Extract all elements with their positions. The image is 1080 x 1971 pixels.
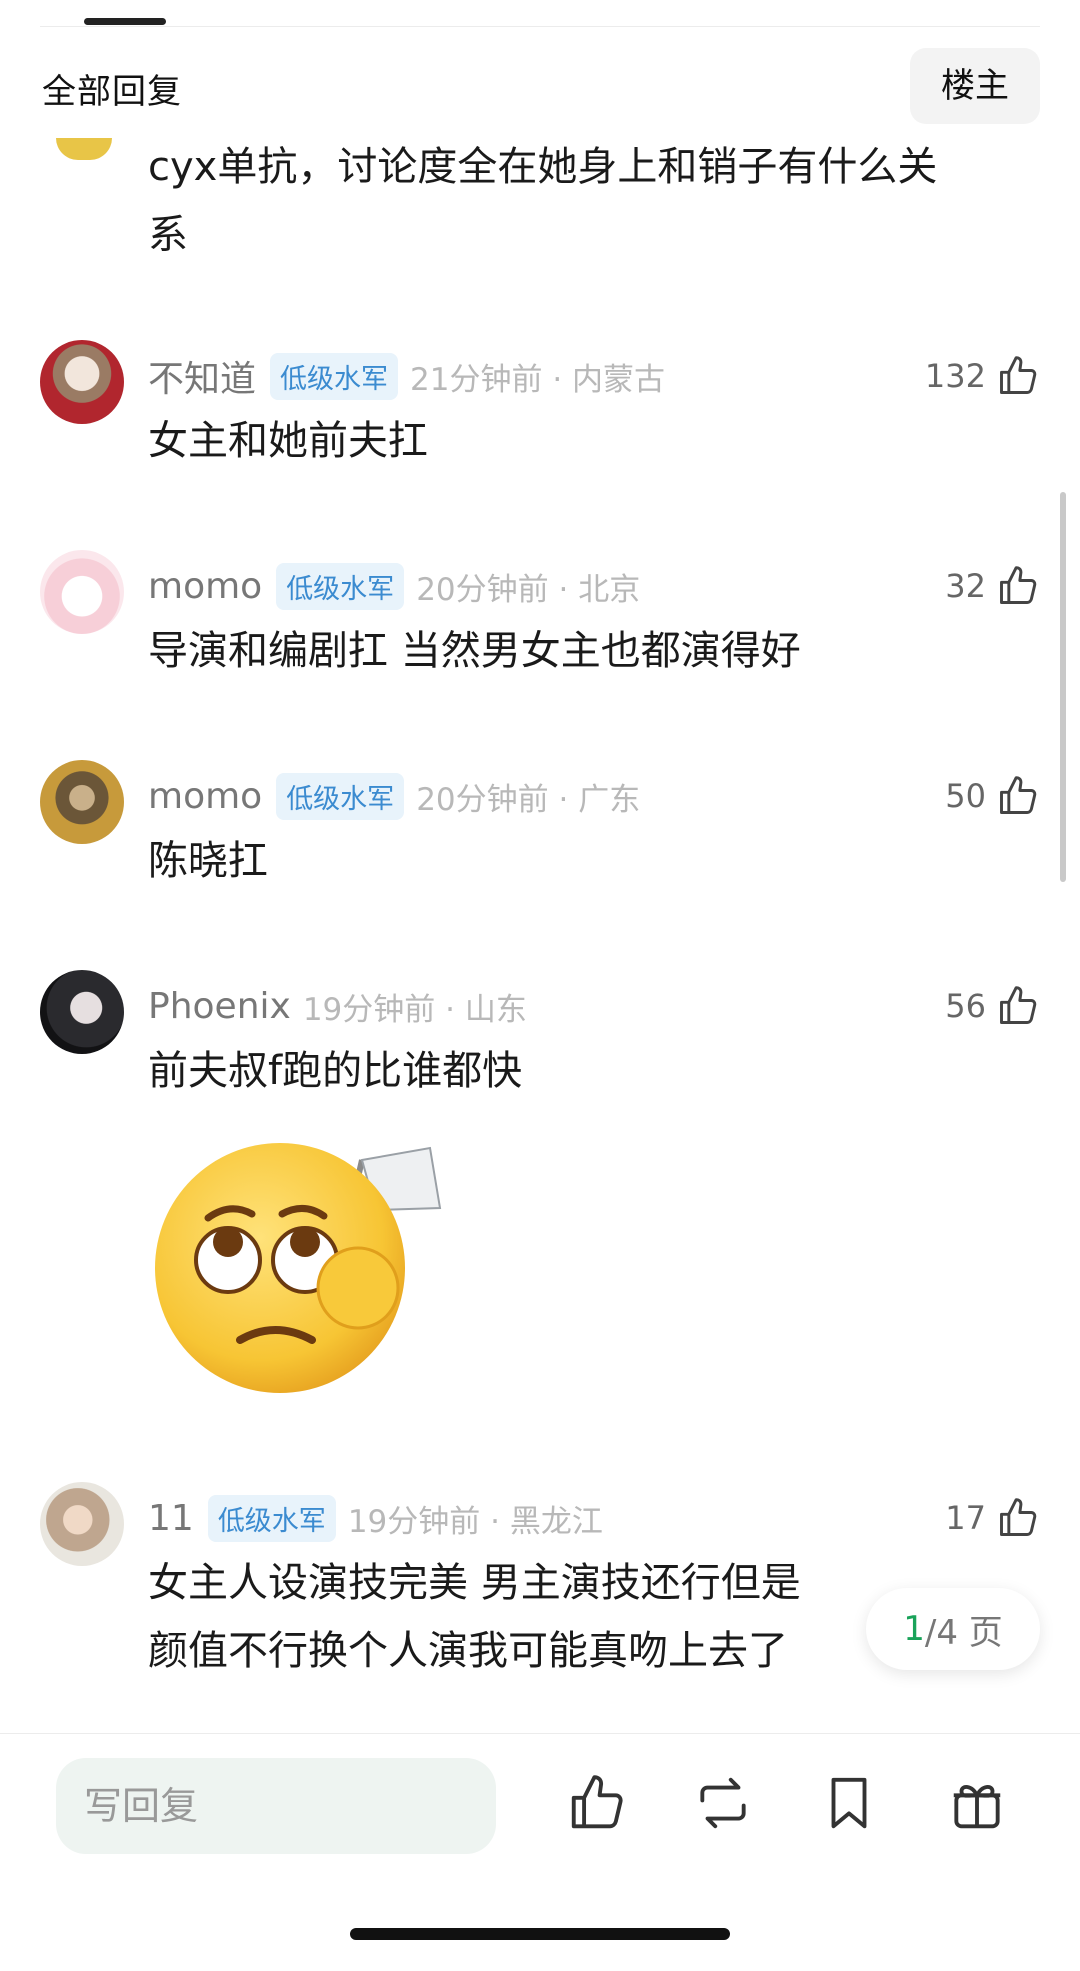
repost-icon[interactable] xyxy=(692,1772,754,1834)
username[interactable]: momo xyxy=(148,566,262,607)
thumb-up-icon[interactable] xyxy=(996,984,1040,1028)
like-control[interactable]: 50 xyxy=(945,766,1040,826)
like-control[interactable]: 132 xyxy=(925,346,1040,406)
user-badge: 低级水军 xyxy=(276,772,405,820)
comment-meta: 21分钟前 · 内蒙古 xyxy=(410,361,666,398)
like-count: 132 xyxy=(924,357,986,395)
username[interactable]: Phoenix xyxy=(148,986,291,1027)
comment-text: 导演和编剧扛 当然男女主也都演得好 xyxy=(148,628,801,674)
like-count: 56 xyxy=(945,987,986,1025)
section-title: 全部回复 xyxy=(42,72,182,112)
home-indicator xyxy=(350,1928,730,1940)
user-badge: 低级水军 xyxy=(270,352,399,400)
avatar[interactable] xyxy=(40,340,124,424)
current-page: 1 xyxy=(903,1609,925,1649)
comment-text: 女主和她前夫扛 xyxy=(148,418,428,464)
scrollbar[interactable] xyxy=(1060,492,1066,882)
bookmark-icon[interactable] xyxy=(818,1772,880,1834)
comment-text: cyx单抗，讨论度全在她身上和销子有什么关 xyxy=(148,144,938,190)
gift-icon[interactable] xyxy=(946,1772,1008,1834)
user-badge: 低级水军 xyxy=(207,1494,336,1542)
comment-text: 陈晓扛 xyxy=(148,838,268,884)
avatar[interactable] xyxy=(40,970,124,1054)
thumb-up-icon[interactable] xyxy=(566,1772,628,1834)
comment-text: 女主人设演技完美 男主演技还行但是 xyxy=(148,1560,801,1606)
like-control[interactable]: 56 xyxy=(945,976,1040,1036)
thumb-up-icon[interactable] xyxy=(996,564,1040,608)
comment-text: 颜值不行换个人演我可能真吻上去了 xyxy=(148,1628,788,1674)
like-count: 50 xyxy=(945,777,986,815)
thumb-up-icon[interactable] xyxy=(996,354,1040,398)
username[interactable]: 11 xyxy=(148,1498,194,1539)
username[interactable]: momo xyxy=(148,776,262,817)
comment-text: 前夫叔f跑的比谁都快 xyxy=(148,1048,523,1094)
thumb-up-icon[interactable] xyxy=(996,774,1040,818)
comment-meta: 19分钟前 · 黑龙江 xyxy=(347,1503,603,1540)
thumb-up-icon[interactable] xyxy=(996,1496,1040,1540)
comment-header: Phoenix 19分钟前 · 山东 xyxy=(148,976,527,1036)
avatar[interactable] xyxy=(40,760,124,844)
comment-meta: 20分钟前 · 广东 xyxy=(416,781,641,818)
drag-handle[interactable] xyxy=(84,18,166,25)
top-divider xyxy=(40,26,1040,27)
user-badge: 低级水军 xyxy=(276,562,405,610)
like-control[interactable]: 32 xyxy=(945,556,1040,616)
comment-meta: 20分钟前 · 北京 xyxy=(416,571,641,608)
username[interactable]: 不知道 xyxy=(148,350,256,402)
comment-header: 11 低级水军 19分钟前 · 黑龙江 xyxy=(148,1488,603,1548)
like-count: 17 xyxy=(945,1499,986,1537)
total-pages: /4 页 xyxy=(924,1612,1003,1653)
op-filter-button[interactable]: 楼主 xyxy=(910,48,1040,124)
avatar[interactable] xyxy=(40,1482,124,1566)
comment-header: 不知道 低级水军 21分钟前 · 内蒙古 xyxy=(148,346,665,406)
comment-meta: 19分钟前 · 山东 xyxy=(302,991,527,1028)
comment-header: momo 低级水军 20分钟前 · 北京 xyxy=(148,556,640,616)
avatar[interactable] xyxy=(40,550,124,634)
page-indicator[interactable]: 1/4 页 xyxy=(866,1588,1040,1670)
top-bar xyxy=(0,0,1080,30)
like-control[interactable]: 17 xyxy=(945,1488,1040,1548)
like-count: 32 xyxy=(945,567,986,605)
comment-text: 系 xyxy=(148,212,188,258)
comment-header: momo 低级水军 20分钟前 · 广东 xyxy=(148,766,640,826)
bottom-action-bar: 写回复 xyxy=(0,1733,1080,1971)
avatar[interactable] xyxy=(56,138,112,160)
sticker-image[interactable] xyxy=(140,1118,450,1418)
reply-input[interactable]: 写回复 xyxy=(56,1758,496,1854)
